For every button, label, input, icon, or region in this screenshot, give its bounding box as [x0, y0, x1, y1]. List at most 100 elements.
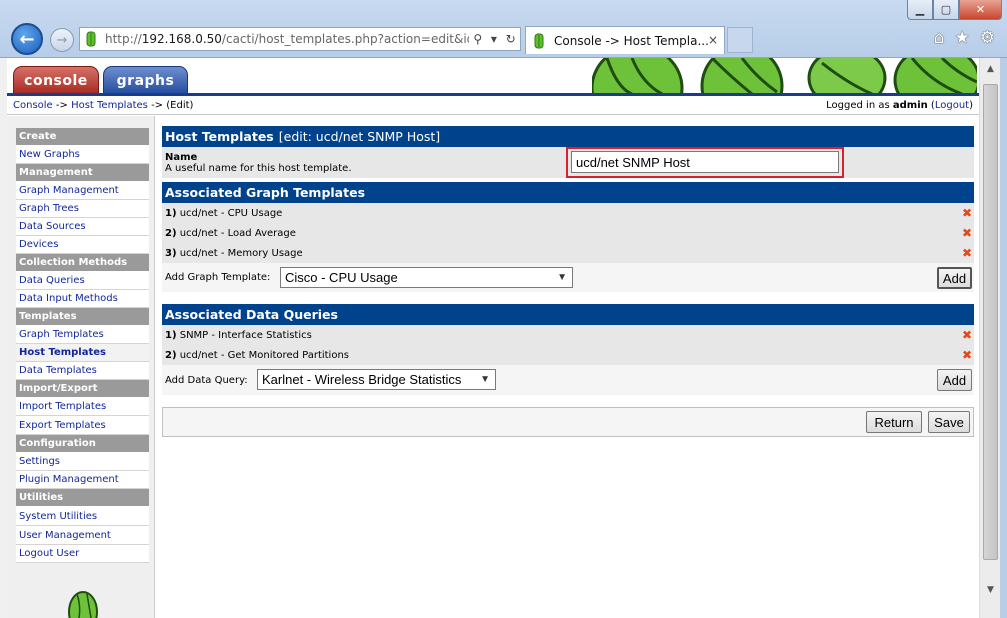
x-icon[interactable]: ✖	[962, 328, 972, 342]
graph-template-select[interactable]: Cisco - CPU Usage ▼	[280, 267, 573, 288]
row-number: 2)	[165, 349, 177, 361]
breadcrumb-separator: ->	[151, 99, 164, 111]
menu-header-management: Management	[16, 164, 149, 182]
name-input[interactable]: ucd/net SNMP Host	[571, 151, 839, 173]
menu-header-utilities: Utilities	[16, 489, 149, 507]
data-query-label: ucd/net - Get Monitored Partitions	[179, 349, 350, 361]
menu-item-data-input-methods[interactable]: Data Input Methods	[16, 290, 149, 308]
data-query-select-value: Karlnet - Wireless Bridge Statistics	[262, 372, 462, 387]
graph-template-select-value: Cisco - CPU Usage	[285, 270, 398, 285]
menu-header-collection-methods: Collection Methods	[16, 254, 149, 272]
browser-toolbar-icons: ⌂ ★ ⚙	[934, 28, 995, 48]
menu-header-import-export: Import/Export	[16, 380, 149, 398]
tab-console[interactable]: console	[13, 66, 99, 94]
add-data-query-row: Add Data Query: Karlnet - Wireless Bridg…	[162, 365, 974, 395]
back-button[interactable]: ←	[11, 23, 43, 55]
host-template-header: Host Templates [edit: ucd/net SNMP Host]	[162, 126, 974, 147]
new-tab-button[interactable]	[727, 27, 753, 53]
menu-item-host-templates[interactable]: Host Templates	[16, 344, 149, 362]
cactus-banner-image	[592, 58, 977, 94]
name-label: Name	[165, 151, 198, 163]
add-graph-template-label: Add Graph Template:	[165, 272, 271, 283]
x-icon[interactable]: ✖	[962, 348, 972, 362]
menu-item-graph-templates[interactable]: Graph Templates	[16, 326, 149, 344]
add-graph-template-row: Add Graph Template: Cisco - CPU Usage ▼ …	[162, 263, 974, 292]
x-icon[interactable]: ✖	[962, 206, 972, 220]
menu-item-data-templates[interactable]: Data Templates	[16, 362, 149, 380]
address-tools: ⚲ ▾ ↻	[469, 27, 521, 51]
menu-item-user-management[interactable]: User Management	[16, 526, 149, 545]
cacti-favicon-icon	[534, 33, 544, 48]
x-icon[interactable]: ✖	[962, 226, 972, 240]
data-query-row: 2) ucd/net - Get Monitored Partitions ✖	[162, 345, 974, 365]
scrollbar-thumb[interactable]	[983, 84, 998, 560]
breadcrumb-console-link[interactable]: Console	[13, 100, 53, 111]
tab-close-icon[interactable]: ×	[708, 33, 718, 47]
breadcrumb: Console -> Host Templates -> (Edit) Logg…	[7, 96, 979, 115]
data-query-label: SNMP - Interface Statistics	[179, 329, 312, 341]
menu-item-new-graphs[interactable]: New Graphs	[16, 146, 149, 164]
section-subtitle: [edit: ucd/net SNMP Host]	[278, 129, 441, 144]
forward-button[interactable]: →	[50, 28, 74, 52]
url-host: 192.168.0.50	[141, 32, 222, 46]
tab-graphs[interactable]: graphs	[103, 66, 188, 94]
menu-header-configuration: Configuration	[16, 435, 149, 453]
scroll-up-icon[interactable]: ▲	[982, 60, 999, 77]
row-number: 3)	[165, 247, 177, 259]
menu-item-graph-trees[interactable]: Graph Trees	[16, 200, 149, 218]
menu-header-create: Create	[16, 128, 149, 146]
cactus-logo-image	[68, 591, 98, 618]
graph-template-label: ucd/net - Memory Usage	[179, 247, 303, 259]
arrow-right-icon: →	[56, 32, 68, 48]
graph-template-row: 1) ucd/net - CPU Usage ✖	[162, 203, 974, 223]
login-status: Logged in as admin (Logout)	[826, 99, 973, 111]
graph-templates-header: Associated Graph Templates	[162, 182, 974, 203]
cacti-page: console graphs Console -> Host Templates…	[7, 58, 979, 618]
menu-item-graph-management[interactable]: Graph Management	[16, 182, 149, 200]
logout-link[interactable]: Logout	[935, 100, 969, 111]
form-footer: Return Save	[162, 407, 974, 437]
x-icon[interactable]: ✖	[962, 246, 972, 260]
menu-item-logout-user[interactable]: Logout User	[16, 545, 149, 563]
menu-item-data-sources[interactable]: Data Sources	[16, 218, 149, 236]
home-icon[interactable]: ⌂	[934, 28, 945, 48]
row-number: 1)	[165, 329, 177, 341]
add-graph-template-button[interactable]: Add	[937, 267, 972, 289]
url-prefix: http://	[105, 32, 142, 46]
menu-item-import-templates[interactable]: Import Templates	[16, 398, 149, 416]
graph-template-label: ucd/net - CPU Usage	[179, 207, 283, 219]
menu-item-system-utilities[interactable]: System Utilities	[16, 507, 149, 526]
data-queries-header: Associated Data Queries	[162, 304, 974, 325]
maximize-icon[interactable]: ▢	[933, 0, 959, 20]
browser-chrome: ▁ ▢ ✕ ← → http://192.168.0.50/cacti/host…	[0, 0, 1007, 58]
search-icon[interactable]: ⚲	[473, 32, 482, 46]
close-icon[interactable]: ✕	[959, 0, 1002, 20]
star-icon[interactable]: ★	[955, 28, 970, 48]
minimize-icon[interactable]: ▁	[907, 0, 933, 20]
gear-icon[interactable]: ⚙	[980, 28, 995, 48]
vertical-scrollbar[interactable]: ▲ ▼	[979, 58, 1000, 618]
data-query-select[interactable]: Karlnet - Wireless Bridge Statistics ▼	[257, 369, 496, 390]
menu-item-plugin-management[interactable]: Plugin Management	[16, 471, 149, 489]
username: admin	[892, 99, 928, 111]
browser-tab[interactable]: Console -> Host Templa... ×	[525, 26, 725, 54]
arrow-left-icon: ←	[19, 28, 35, 50]
menu-item-data-queries[interactable]: Data Queries	[16, 272, 149, 290]
breadcrumb-host-templates-link[interactable]: Host Templates	[71, 100, 148, 111]
menu-item-devices[interactable]: Devices	[16, 236, 149, 254]
add-data-query-label: Add Data Query:	[165, 374, 248, 386]
graph-template-row: 3) ucd/net - Memory Usage ✖	[162, 243, 974, 263]
chevron-down-icon[interactable]: ▾	[491, 32, 497, 46]
return-button[interactable]: Return	[866, 411, 922, 433]
address-bar[interactable]: http://192.168.0.50/cacti/host_templates…	[79, 27, 521, 51]
menu-header-templates: Templates	[16, 308, 149, 326]
main-content: Host Templates [edit: ucd/net SNMP Host]…	[162, 126, 974, 437]
sidebar-menu: Create New Graphs Management Graph Manag…	[16, 128, 149, 563]
cacti-favicon-icon	[86, 31, 96, 47]
menu-item-export-templates[interactable]: Export Templates	[16, 416, 149, 435]
refresh-icon[interactable]: ↻	[506, 32, 516, 46]
add-data-query-button[interactable]: Add	[937, 369, 972, 391]
scroll-down-icon[interactable]: ▼	[982, 581, 999, 598]
save-button[interactable]: Save	[928, 411, 970, 433]
menu-item-settings[interactable]: Settings	[16, 453, 149, 471]
